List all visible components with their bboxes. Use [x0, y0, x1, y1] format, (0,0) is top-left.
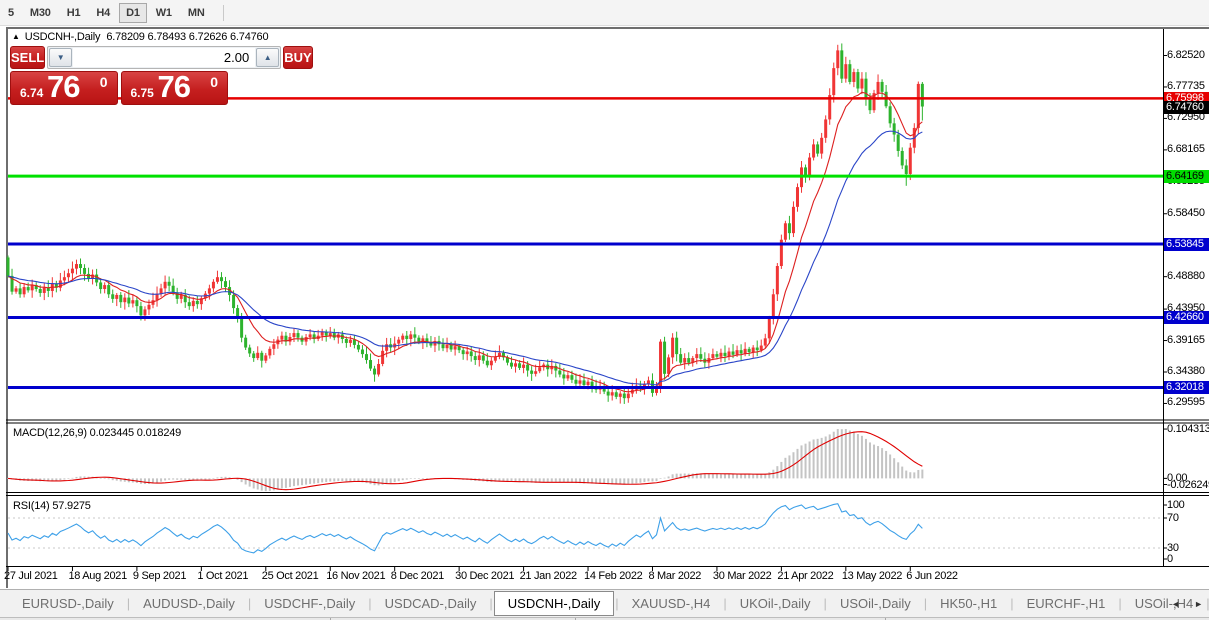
price-tag: 6.42660	[1164, 311, 1209, 325]
x-axis-date-label: 1 Oct 2021	[197, 570, 249, 582]
x-axis-date-label: 25 Oct 2021	[261, 570, 319, 582]
tab-usdchf-daily[interactable]: USDCHF-,Daily	[252, 591, 367, 616]
price-axis-label: 6.58450	[1167, 206, 1205, 219]
rsi-axis-label: 0	[1167, 553, 1173, 565]
sell-price-big: 76	[47, 69, 80, 104]
buy-price-big: 76	[157, 69, 191, 104]
price-tag: 6.74760	[1164, 101, 1209, 115]
tab-separator: |	[126, 596, 131, 611]
rsi-axis-label: 100	[1167, 499, 1185, 511]
timeframe-w1[interactable]: W1	[149, 3, 179, 23]
x-axis-date-label: 9 Sep 2021	[132, 570, 187, 582]
tab-separator: |	[615, 596, 619, 611]
x-axis-date-label: 8 Dec 2021	[390, 570, 445, 582]
chart-legend: ▲ USDCNH-,Daily 6.78209 6.78493 6.72626 6.…	[12, 31, 269, 43]
sell-price-sup: 0	[99, 74, 108, 90]
price-axis-label: 6.48880	[1167, 269, 1205, 282]
tab-usdcnh-daily[interactable]: USDCNH-,Daily	[493, 591, 615, 616]
sell-button[interactable]: SELL	[10, 46, 46, 69]
x-axis-date-label: 16 Nov 2021	[326, 570, 386, 582]
tab-eurusd-daily[interactable]: EURUSD-,Daily	[10, 591, 126, 616]
tab-separator: |	[247, 596, 252, 611]
macd-indicator-label: MACD(12,26,9) 0.023445 0.018249	[13, 427, 182, 439]
tab-separator: |	[823, 596, 827, 611]
x-axis-date-label: 27 Jul 2021	[4, 570, 58, 582]
buy-price-small: 6.75	[130, 86, 154, 100]
timeframe-mn[interactable]: MN	[181, 3, 212, 23]
tab-separator: |	[368, 596, 372, 611]
tab-audusd-daily[interactable]: AUDUSD-,Daily	[131, 591, 247, 616]
price-axis-label: 6.34380	[1167, 364, 1205, 377]
tab-usdcad-daily[interactable]: USDCAD-,Daily	[373, 591, 489, 616]
tab-usoil-daily[interactable]: USOil-,Daily	[828, 591, 923, 616]
price-tag: 6.64169	[1164, 169, 1209, 183]
volume-increase-icon[interactable]: ▲	[256, 48, 280, 67]
tab-scroll-arrows: ◄ ►	[1171, 590, 1203, 617]
sell-price-panel[interactable]: 6.74 76 0	[10, 69, 118, 105]
chart-ohlc-readout: 6.78209 6.78493 6.72626 6.74760	[106, 31, 269, 43]
price-axis-label: 6.68165	[1167, 142, 1205, 155]
tab-hk50-h1[interactable]: HK50-,H1	[928, 591, 1009, 616]
chart-tabbar: EURUSD-,Daily | AUDUSD-,Daily | USDCHF-,Dail…	[0, 589, 1209, 617]
macd-axis-label: -0.026249	[1167, 478, 1209, 491]
price-axis-label: 6.39165	[1167, 333, 1205, 346]
volume-input[interactable]	[73, 48, 256, 67]
tab-separator: |	[1010, 596, 1014, 611]
x-axis-date-label: 21 Jan 2022	[519, 570, 578, 582]
price-tag: 6.32018	[1164, 381, 1209, 395]
timeframe-h4[interactable]: H4	[89, 3, 117, 23]
tab-scroll-right-icon[interactable]: ►	[1194, 599, 1203, 609]
tab-xauusd-h4[interactable]: XAUUSD-,H4	[620, 591, 723, 616]
x-axis-date-label: 8 Mar 2022	[648, 570, 702, 582]
tab-separator: |	[723, 596, 727, 611]
tab-separator: |	[1118, 596, 1122, 611]
tab-separator: |	[489, 596, 493, 611]
rsi-indicator-label: RSI(14) 57.9275	[13, 500, 91, 512]
buy-price-panel[interactable]: 6.75 76 0	[120, 69, 228, 105]
price-axis-label: 6.82520	[1167, 48, 1205, 61]
timeframe-5[interactable]: 5	[1, 3, 21, 23]
trading-terminal: 5 M30 H1 H4 D1 W1 MN ▲ USDCNH-,Daily 6.78209 6.7…	[0, 0, 1209, 620]
x-axis-date-label: 18 Aug 2021	[68, 570, 127, 582]
collapse-icon[interactable]: ▲	[12, 32, 20, 41]
x-axis-date-label: 6 Jun 2022	[906, 570, 958, 582]
toolbar-separator	[222, 4, 224, 21]
timeframe-d1[interactable]: D1	[119, 2, 147, 23]
price-tag: 6.53845	[1164, 237, 1209, 251]
trade-panel: SELL ▼ ▲ BUY 6.74 76 0 6.75 76 0	[10, 46, 313, 105]
x-axis-date-label: 13 May 2022	[841, 570, 903, 582]
rsi-axis-label: 70	[1167, 512, 1179, 524]
sell-price-small: 6.74	[20, 86, 44, 100]
buy-price-sup: 0	[210, 74, 218, 90]
buy-button[interactable]: BUY	[283, 46, 313, 69]
timeframe-toolbar: 5 M30 H1 H4 D1 W1 MN	[0, 0, 1209, 26]
tab-ukoil-daily[interactable]: UKOil-,Daily	[728, 591, 823, 616]
volume-decrease-icon[interactable]: ▼	[49, 48, 73, 67]
timeframe-m30[interactable]: M30	[23, 3, 58, 23]
x-axis-date-label: 30 Dec 2021	[455, 570, 515, 582]
volume-stepper: ▼ ▲	[47, 46, 282, 69]
x-axis-date-label: 21 Apr 2022	[777, 570, 834, 582]
macd-axis-label: 0.104313	[1167, 423, 1209, 436]
price-axis-label: 6.29595	[1167, 396, 1205, 409]
x-axis-date-label: 30 Mar 2022	[712, 570, 772, 582]
timeframe-h1[interactable]: H1	[60, 3, 88, 23]
chart-title: USDCNH-,Daily	[24, 31, 101, 43]
tab-separator: |	[923, 596, 928, 611]
x-axis-date-label: 14 Feb 2022	[584, 570, 643, 582]
tab-eurchf-h1[interactable]: EURCHF-,H1	[1015, 591, 1118, 616]
tab-scroll-left-icon[interactable]: ◄	[1171, 599, 1180, 609]
